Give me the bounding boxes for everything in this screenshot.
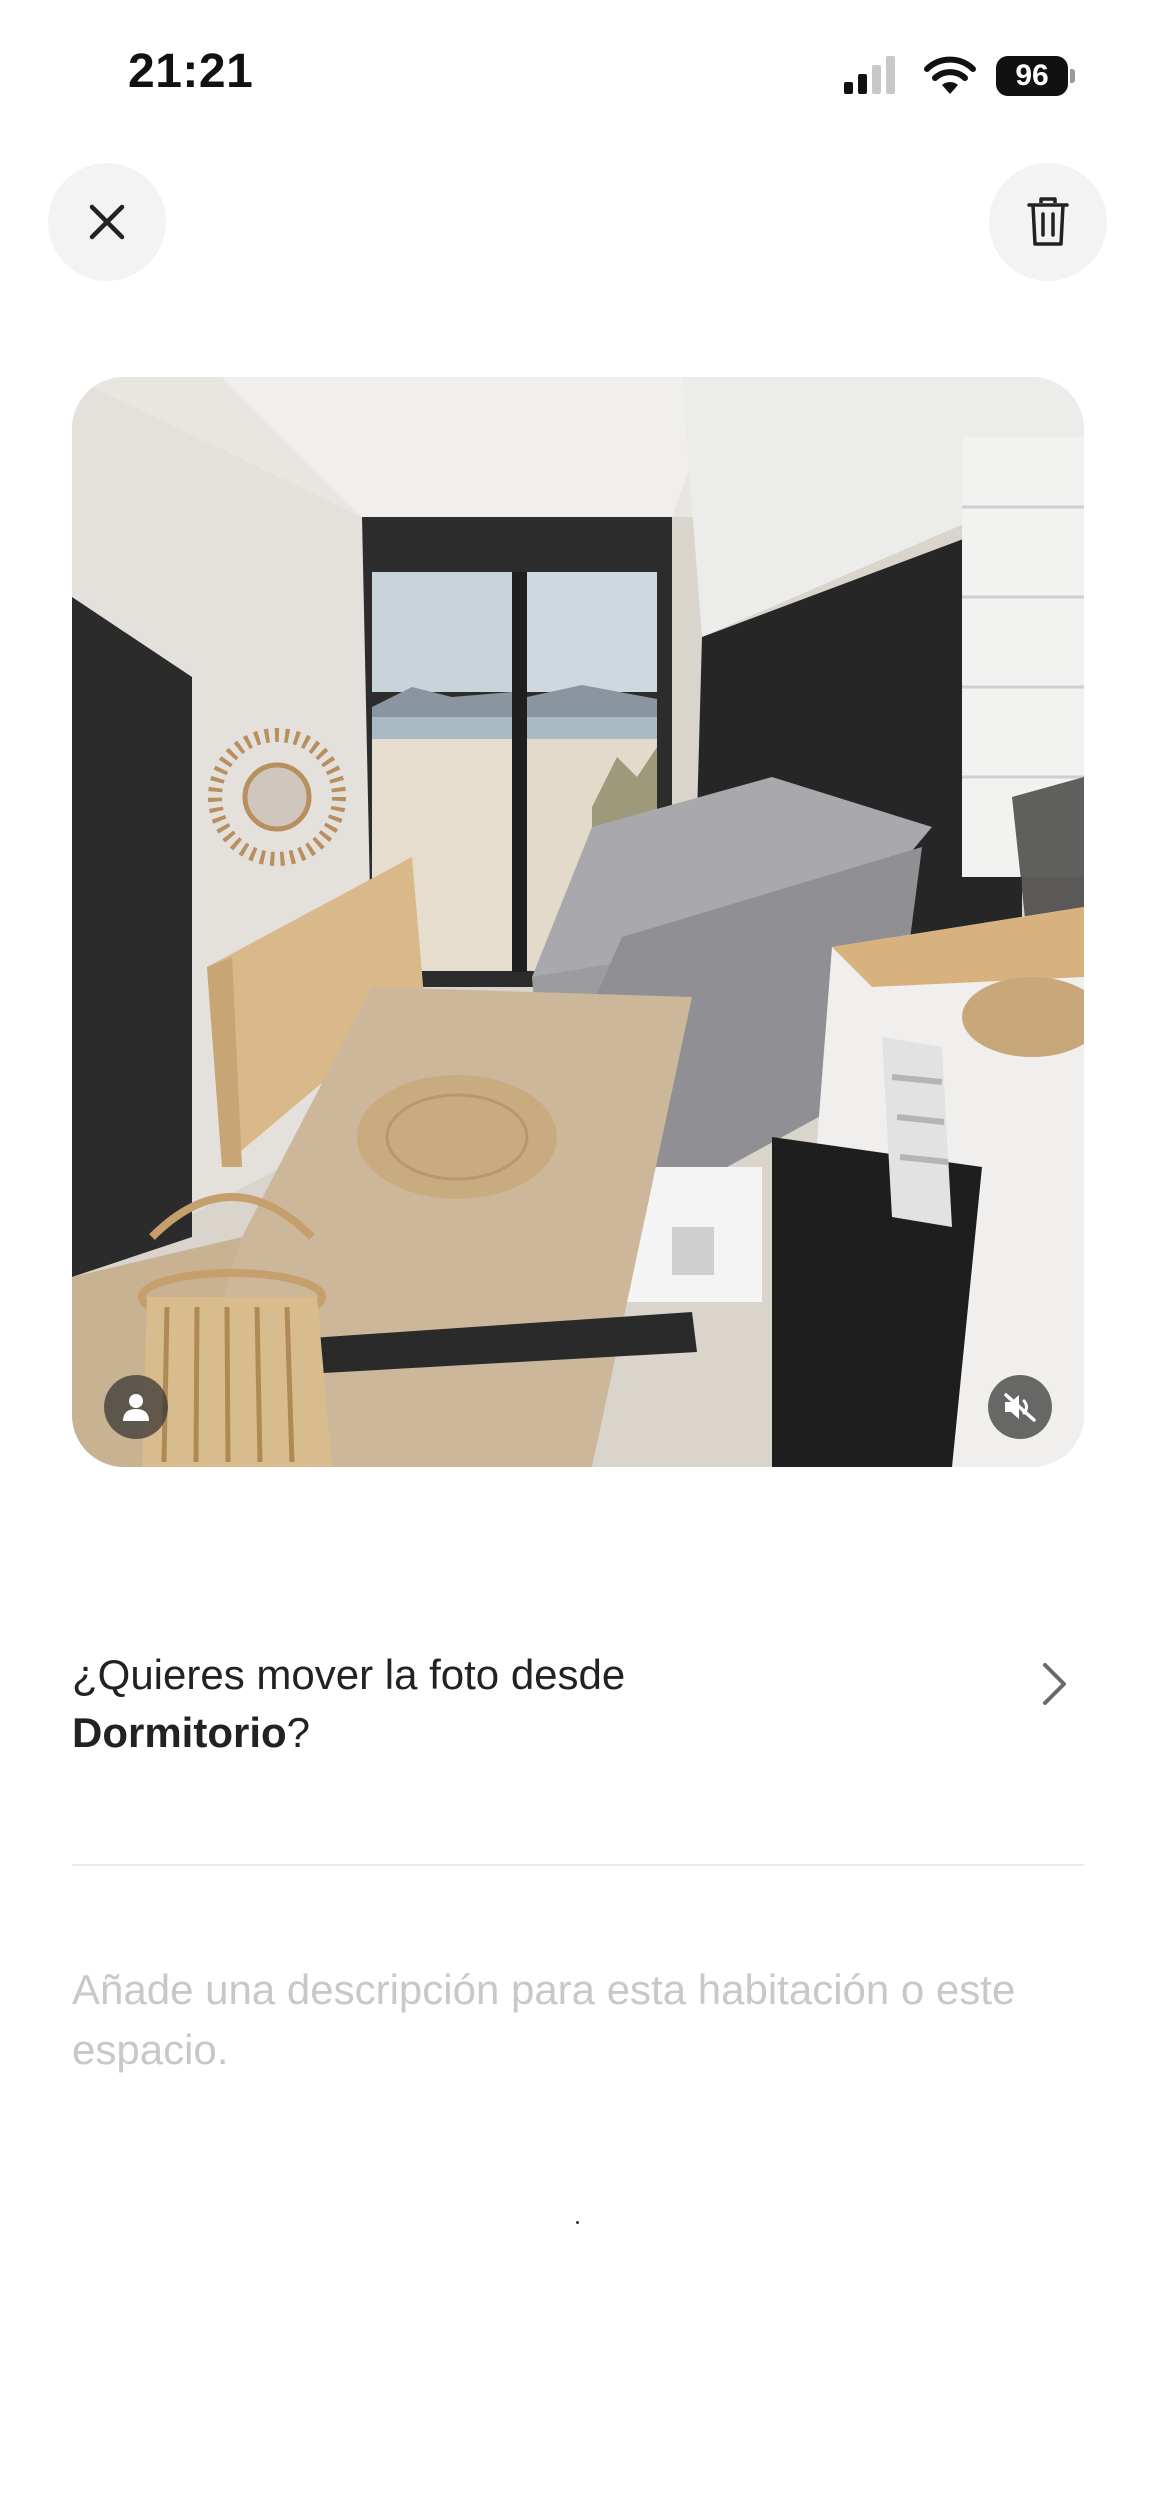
delete-photo-button[interactable] xyxy=(989,163,1107,281)
speaker-muted-icon xyxy=(1004,1393,1036,1422)
status-bar: 21:21 96 xyxy=(0,0,1155,150)
move-photo-row[interactable]: ¿Quieres mover la foto desde Dormitorio? xyxy=(72,1646,1084,1776)
description-placeholder: Añade una descripción para esta habitaci… xyxy=(72,1966,1016,2073)
person-tag-button[interactable] xyxy=(104,1375,168,1439)
status-time: 21:21 xyxy=(128,45,254,98)
close-button[interactable] xyxy=(48,163,166,281)
move-photo-text: ¿Quieres mover la foto desde Dormitorio? xyxy=(72,1646,972,1762)
trash-icon xyxy=(1027,197,1069,246)
question-suffix: ? xyxy=(286,1709,311,1756)
wifi-icon xyxy=(924,56,976,94)
move-photo-question: ¿Quieres mover la foto desde xyxy=(72,1651,626,1698)
divider xyxy=(72,1864,1084,1866)
battery-icon: 96 xyxy=(996,56,1076,96)
person-icon xyxy=(123,1394,149,1421)
listing-photo[interactable] xyxy=(72,377,1084,1467)
close-icon xyxy=(89,204,125,240)
battery-level: 96 xyxy=(996,56,1068,96)
current-room-name: Dormitorio xyxy=(72,1709,287,1756)
text-cursor-dot xyxy=(576,2221,579,2224)
battery-cap xyxy=(1070,69,1075,83)
chevron-right-icon xyxy=(1043,1663,1066,1705)
description-input[interactable]: Añade una descripción para esta habitaci… xyxy=(72,1960,1084,2080)
move-photo-room-line: Dormitorio? xyxy=(72,1704,972,1762)
van-interior-image xyxy=(72,377,1084,1467)
mute-button[interactable] xyxy=(988,1375,1052,1439)
cellular-signal-icon xyxy=(844,56,895,94)
